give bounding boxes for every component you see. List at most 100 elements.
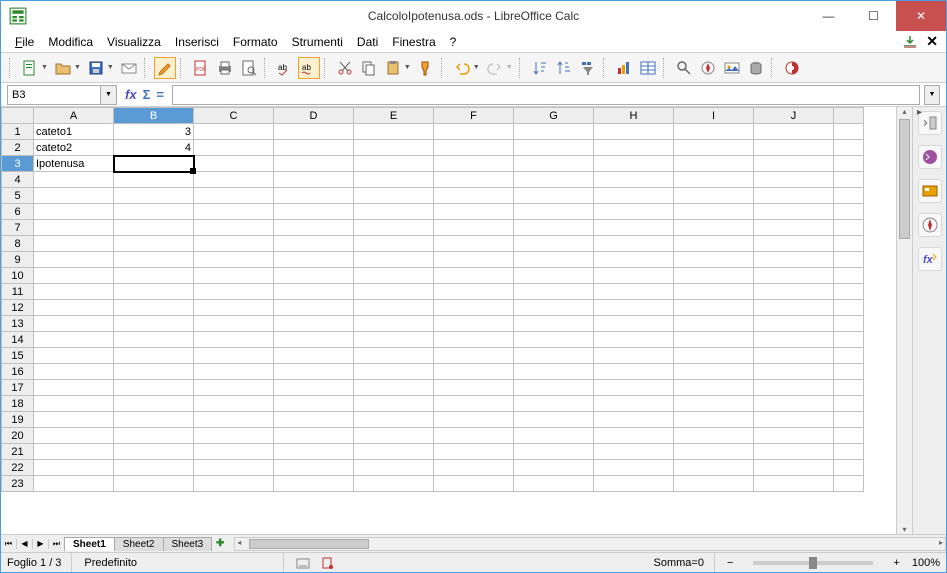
cell[interactable] <box>274 188 354 204</box>
cell[interactable] <box>754 252 834 268</box>
cell[interactable] <box>514 124 594 140</box>
cell[interactable] <box>434 268 514 284</box>
cell[interactable] <box>34 380 114 396</box>
cell[interactable] <box>354 156 434 172</box>
open-button[interactable] <box>52 57 74 79</box>
row-header[interactable]: 17 <box>2 380 34 396</box>
row-header[interactable]: 15 <box>2 348 34 364</box>
row-header[interactable]: 6 <box>2 204 34 220</box>
cell[interactable] <box>114 396 194 412</box>
cell[interactable] <box>354 300 434 316</box>
styles-icon[interactable] <box>918 145 942 169</box>
cell[interactable] <box>274 380 354 396</box>
cell[interactable] <box>514 316 594 332</box>
tab-next-icon[interactable]: ▶ <box>33 539 49 549</box>
cell[interactable] <box>514 140 594 156</box>
cell[interactable] <box>674 172 754 188</box>
cell[interactable] <box>354 444 434 460</box>
zoom-out-button[interactable]: − <box>727 557 733 569</box>
preview-button[interactable] <box>238 57 260 79</box>
col-header[interactable]: D <box>274 108 354 124</box>
row-header[interactable]: 9 <box>2 252 34 268</box>
save-dropdown-icon[interactable]: ▼ <box>107 64 114 71</box>
zoom-level[interactable]: 100% <box>912 557 940 569</box>
row-header[interactable]: 14 <box>2 332 34 348</box>
cell[interactable] <box>674 364 754 380</box>
menu-inserisci[interactable]: Inserisci <box>169 33 225 51</box>
cell[interactable] <box>194 476 274 492</box>
cell[interactable] <box>194 268 274 284</box>
cell[interactable] <box>594 252 674 268</box>
cut-button[interactable] <box>334 57 356 79</box>
cell[interactable] <box>674 220 754 236</box>
cell[interactable] <box>34 172 114 188</box>
cell[interactable] <box>594 204 674 220</box>
cell[interactable] <box>674 284 754 300</box>
cell[interactable] <box>114 204 194 220</box>
cell[interactable] <box>674 428 754 444</box>
cell[interactable] <box>594 156 674 172</box>
cell[interactable] <box>594 460 674 476</box>
cell[interactable] <box>194 156 274 172</box>
print-button[interactable] <box>214 57 236 79</box>
cell[interactable] <box>594 172 674 188</box>
cell[interactable] <box>434 188 514 204</box>
cell[interactable] <box>754 156 834 172</box>
cell[interactable] <box>194 444 274 460</box>
autofilter-button[interactable] <box>577 57 599 79</box>
cell[interactable] <box>674 380 754 396</box>
row-header[interactable]: 7 <box>2 220 34 236</box>
cell[interactable] <box>354 204 434 220</box>
cell[interactable] <box>674 204 754 220</box>
cell[interactable] <box>354 188 434 204</box>
cell[interactable] <box>754 300 834 316</box>
cell[interactable] <box>514 332 594 348</box>
functions-sidebar-icon[interactable]: fx <box>918 247 942 271</box>
cell[interactable] <box>514 396 594 412</box>
name-box[interactable]: B3 ▼ <box>7 85 117 105</box>
cell[interactable] <box>674 444 754 460</box>
insert-mode-icon[interactable] <box>320 556 334 570</box>
cell[interactable] <box>354 252 434 268</box>
cell[interactable] <box>274 396 354 412</box>
cell[interactable] <box>434 332 514 348</box>
new-button[interactable] <box>19 57 41 79</box>
close-document-button[interactable]: ✕ <box>926 33 938 50</box>
cell[interactable] <box>594 316 674 332</box>
cell[interactable] <box>514 188 594 204</box>
cell[interactable] <box>434 204 514 220</box>
cell[interactable] <box>274 124 354 140</box>
cell[interactable] <box>674 188 754 204</box>
format-paint-button[interactable] <box>415 57 437 79</box>
menu-help[interactable]: ? <box>444 33 463 51</box>
redo-dropdown-icon[interactable]: ▼ <box>506 64 513 71</box>
cell[interactable] <box>514 460 594 476</box>
cell[interactable] <box>194 284 274 300</box>
cell[interactable] <box>354 476 434 492</box>
cell[interactable] <box>34 220 114 236</box>
cell[interactable] <box>194 172 274 188</box>
cell[interactable] <box>194 364 274 380</box>
cell[interactable] <box>114 156 194 172</box>
cell[interactable] <box>754 460 834 476</box>
cell[interactable] <box>114 444 194 460</box>
cell[interactable] <box>674 316 754 332</box>
cell[interactable] <box>354 412 434 428</box>
cell[interactable] <box>34 444 114 460</box>
cell[interactable] <box>274 316 354 332</box>
cell[interactable] <box>434 316 514 332</box>
paste-button[interactable] <box>382 57 404 79</box>
cell[interactable] <box>194 332 274 348</box>
row-header[interactable]: 23 <box>2 476 34 492</box>
cell[interactable] <box>114 412 194 428</box>
row-header[interactable]: 8 <box>2 236 34 252</box>
email-button[interactable] <box>118 57 140 79</box>
cell[interactable] <box>114 460 194 476</box>
cell[interactable] <box>274 252 354 268</box>
cell[interactable] <box>354 428 434 444</box>
cell[interactable] <box>754 364 834 380</box>
col-header[interactable]: F <box>434 108 514 124</box>
horizontal-scrollbar[interactable] <box>234 537 946 551</box>
col-header[interactable]: J <box>754 108 834 124</box>
sidebar-collapse-icon[interactable]: ▸ <box>917 107 922 118</box>
